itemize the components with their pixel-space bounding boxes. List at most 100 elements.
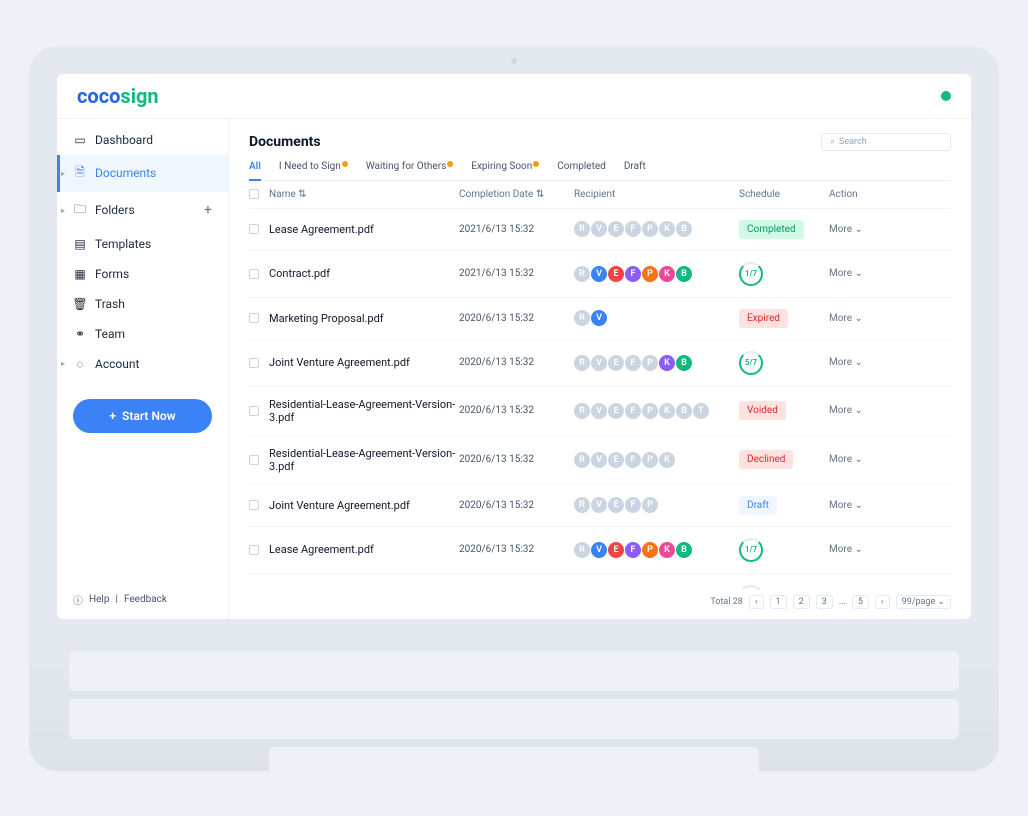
more-button[interactable]: More ⌄ <box>829 313 889 324</box>
status-badge: Voided <box>739 401 786 420</box>
doc-name: Lease Agreement.pdf <box>269 223 459 236</box>
table-row[interactable]: Joint Venture Agreement.pdf 2020/6/13 15… <box>249 485 951 527</box>
select-all-checkbox[interactable] <box>249 189 259 199</box>
doc-name: Marketing Proposal.pdf <box>269 312 459 325</box>
row-checkbox[interactable] <box>249 224 259 234</box>
page-next[interactable]: › <box>875 595 890 609</box>
recipients: RV <box>574 310 739 326</box>
more-button[interactable]: More ⌄ <box>829 454 889 465</box>
nav-forms[interactable]: ▦Forms <box>57 259 228 289</box>
row-checkbox[interactable] <box>249 545 259 555</box>
table-row[interactable]: Joint Venture Agreement.pdf 2020/6/13 15… <box>249 340 951 387</box>
recipient-avatar: K <box>659 542 675 558</box>
feedback-link[interactable]: Feedback <box>124 594 167 605</box>
more-button[interactable]: More ⌄ <box>829 544 889 555</box>
monitor-icon: ▭ <box>73 133 87 147</box>
page-2[interactable]: 2 <box>793 595 810 609</box>
tab-waiting[interactable]: Waiting for Others <box>366 161 453 180</box>
table-row[interactable]: Residential-Lease-Agreement-Version-3.pd… <box>249 436 951 485</box>
chevron-down-icon: ⌄ <box>855 405 863 416</box>
search-input[interactable]: ⌕Search <box>821 133 951 151</box>
recipient-avatar: R <box>574 355 590 371</box>
page-1[interactable]: 1 <box>770 595 787 609</box>
doc-name: Lease Agreement.pdf <box>269 543 459 556</box>
nav-trash[interactable]: 🗑Trash <box>57 289 228 319</box>
more-button[interactable]: More ⌄ <box>829 268 889 279</box>
sort-icon: ⇅ <box>536 189 544 200</box>
more-button[interactable]: More ⌄ <box>829 405 889 416</box>
tab-all[interactable]: All <box>249 161 261 180</box>
more-button[interactable]: More ⌄ <box>829 224 889 235</box>
page-3[interactable]: 3 <box>816 595 833 609</box>
nav-templates[interactable]: ▤Templates <box>57 229 228 259</box>
status-dot <box>941 91 951 101</box>
doc-name: Residential-Lease-Agreement-Version-3.pd… <box>269 398 459 424</box>
start-now-button[interactable]: +Start Now <box>73 399 212 433</box>
recipient-avatar: P <box>642 355 658 371</box>
recipient-avatar: E <box>608 452 624 468</box>
add-folder-icon[interactable]: + <box>204 202 212 218</box>
recipient-avatar: P <box>642 542 658 558</box>
row-checkbox[interactable] <box>249 313 259 323</box>
recipient-avatar: E <box>608 221 624 237</box>
help-link[interactable]: Help <box>89 594 109 605</box>
page-5[interactable]: 5 <box>852 595 869 609</box>
recipient-avatar: R <box>574 452 590 468</box>
doc-date: 2021/6/13 15:32 <box>459 224 574 235</box>
progress-ring: 1/7 <box>739 262 763 286</box>
progress-ring: 2/10 <box>739 585 763 589</box>
row-checkbox[interactable] <box>249 269 259 279</box>
doc-date: 2020/6/13 15:32 <box>459 500 574 511</box>
row-checkbox[interactable] <box>249 455 259 465</box>
nav-folders[interactable]: ▸🗀Folders+ <box>57 192 228 229</box>
table-row[interactable]: Residential-Lease-Agreement-Version-3.pd… <box>249 387 951 436</box>
page-ellipsis: ... <box>839 597 846 607</box>
pagination: Total 28 ‹ 1 2 3 ... 5 › 99/page ⌄ <box>249 589 951 619</box>
recipients: RVEFPK <box>574 452 739 468</box>
row-checkbox[interactable] <box>249 500 259 510</box>
recipient-avatar: V <box>591 355 607 371</box>
recipient-avatar: K <box>659 266 675 282</box>
document-icon: 🗎 <box>73 163 87 184</box>
col-name[interactable]: Name ⇅ <box>269 189 459 200</box>
plus-icon: + <box>109 409 116 423</box>
tab-expiring[interactable]: Expiring Soon <box>471 161 539 180</box>
row-checkbox[interactable] <box>249 358 259 368</box>
nav-team[interactable]: ⚭Team <box>57 319 228 349</box>
chevron-down-icon: ⌄ <box>855 544 863 555</box>
recipients: RVEFP <box>574 497 739 513</box>
table-row[interactable]: Contract.pdf 2021/6/13 15:32 RVEFPKB 1/7… <box>249 251 951 298</box>
tab-completed[interactable]: Completed <box>557 161 606 180</box>
page-prev[interactable]: ‹ <box>749 595 764 609</box>
tab-need-sign[interactable]: I Need to Sign <box>279 161 348 180</box>
recipient-avatar: K <box>659 355 675 371</box>
nav-documents[interactable]: ▸🗎Documents <box>57 155 228 192</box>
total-count: Total 28 <box>710 597 742 607</box>
nav-account[interactable]: ▸◌Account <box>57 349 228 379</box>
col-schedule: Schedule <box>739 189 829 200</box>
more-button[interactable]: More ⌄ <box>829 357 889 368</box>
recipient-avatar: P <box>642 497 658 513</box>
template-icon: ▤ <box>73 237 87 251</box>
table-row[interactable]: Marketing Proposal.pdf 2020/6/13 15:32 R… <box>249 298 951 340</box>
chevron-down-icon: ⌄ <box>855 500 863 511</box>
recipient-avatar: P <box>642 452 658 468</box>
col-action: Action <box>829 189 889 200</box>
chevron-down-icon: ⌄ <box>855 313 863 324</box>
badge-icon <box>342 161 348 167</box>
row-checkbox[interactable] <box>249 406 259 416</box>
more-button[interactable]: More ⌄ <box>829 500 889 511</box>
recipient-avatar: F <box>625 452 641 468</box>
recipient-avatar: B <box>676 403 692 419</box>
table-row[interactable]: Lease Agreement.pdf 2020/6/13 15:32 RVEF… <box>249 527 951 574</box>
recipient-avatar: V <box>591 542 607 558</box>
page-size-select[interactable]: 99/page ⌄ <box>896 595 951 609</box>
recipient-avatar: R <box>574 542 590 558</box>
nav-dashboard[interactable]: ▭Dashboard <box>57 125 228 155</box>
tab-draft[interactable]: Draft <box>624 161 646 180</box>
recipient-avatar: V <box>591 310 607 326</box>
table-row[interactable]: Lease Agreement.pdf 2021/6/13 15:32 RVEF… <box>249 209 951 251</box>
table-row[interactable]: Sales Contract.pdf 2020/6/13 15:32 RVEFP… <box>249 574 951 589</box>
recipient-avatar: F <box>625 355 641 371</box>
col-date[interactable]: Completion Date ⇅ <box>459 189 574 200</box>
